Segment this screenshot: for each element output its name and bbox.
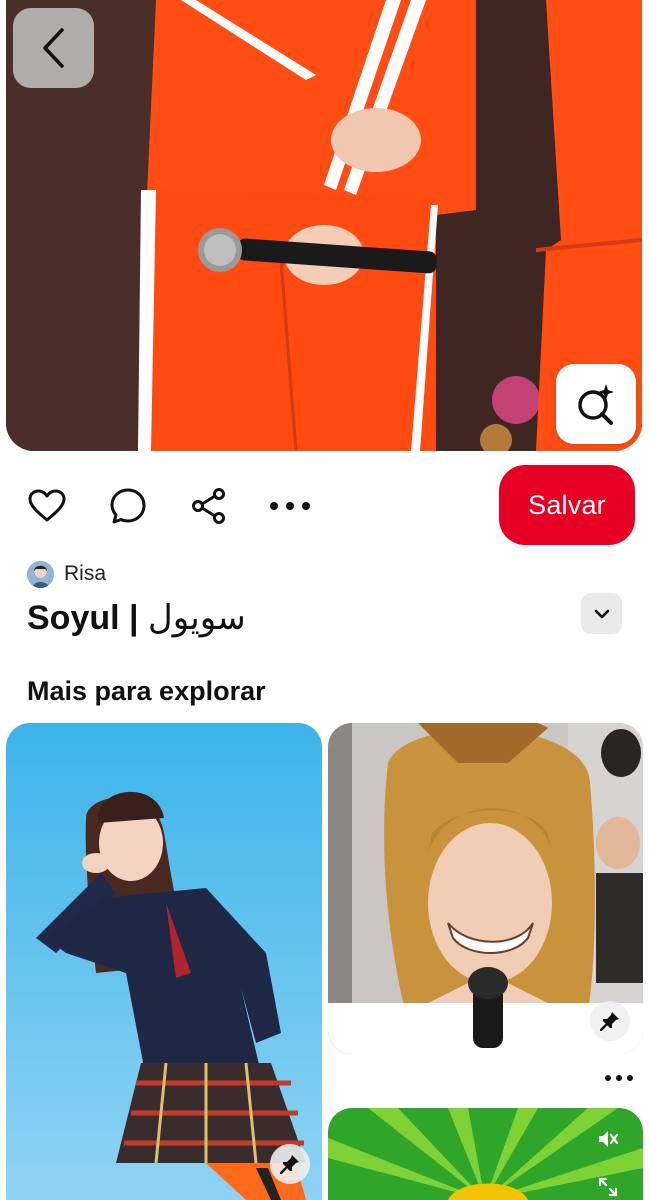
tracksuit-photo <box>6 0 642 451</box>
pin-thumbnail <box>6 723 322 1200</box>
visual-search-icon <box>578 384 614 425</box>
pin-title-latin: Soyul | <box>27 599 148 637</box>
pin-thumbnail <box>328 723 643 1054</box>
heart-icon <box>28 489 66 522</box>
expand-details-button[interactable] <box>581 593 622 634</box>
pushpin-icon <box>280 1155 299 1174</box>
comment-icon <box>110 488 146 524</box>
avatar-image <box>27 560 54 588</box>
explore-pin-2[interactable] <box>328 723 643 1054</box>
share-icon <box>192 488 225 524</box>
more-horizontal-icon <box>605 1075 633 1081</box>
comment-button[interactable] <box>106 484 150 528</box>
share-button[interactable] <box>187 484 231 528</box>
avatar <box>27 560 54 588</box>
pushpin-icon <box>600 1012 619 1031</box>
more-horizontal-icon <box>270 502 310 510</box>
pin-title-arabic: سويول <box>147 598 246 638</box>
pin-action-bar: Salvar <box>0 465 649 547</box>
explore-pin-1[interactable] <box>6 723 322 1200</box>
more-options-button[interactable] <box>268 484 312 528</box>
expand-arrows-icon <box>598 1177 618 1197</box>
pin-badge-button[interactable] <box>270 1144 310 1184</box>
pin-main-image[interactable] <box>6 0 642 451</box>
pin-title: Soyul | سويول <box>27 598 246 638</box>
pin-author[interactable]: Risa <box>27 560 106 588</box>
back-button[interactable] <box>13 8 94 88</box>
explore-pin-3-video[interactable] <box>328 1108 643 1200</box>
chevron-left-icon <box>42 28 64 68</box>
save-button[interactable]: Salvar <box>499 465 635 545</box>
chevron-down-icon <box>594 609 609 618</box>
more-to-explore-heading: Mais para explorar <box>27 676 266 706</box>
author-name: Risa <box>64 562 107 585</box>
pin-badge-button[interactable] <box>590 1001 630 1041</box>
speaker-muted-icon <box>599 1131 619 1147</box>
like-button[interactable] <box>25 484 69 528</box>
fullscreen-button[interactable] <box>595 1174 621 1200</box>
pin-more-options-button[interactable] <box>601 1066 637 1090</box>
mute-toggle-button[interactable] <box>595 1126 621 1152</box>
visual-search-button[interactable] <box>556 364 636 444</box>
